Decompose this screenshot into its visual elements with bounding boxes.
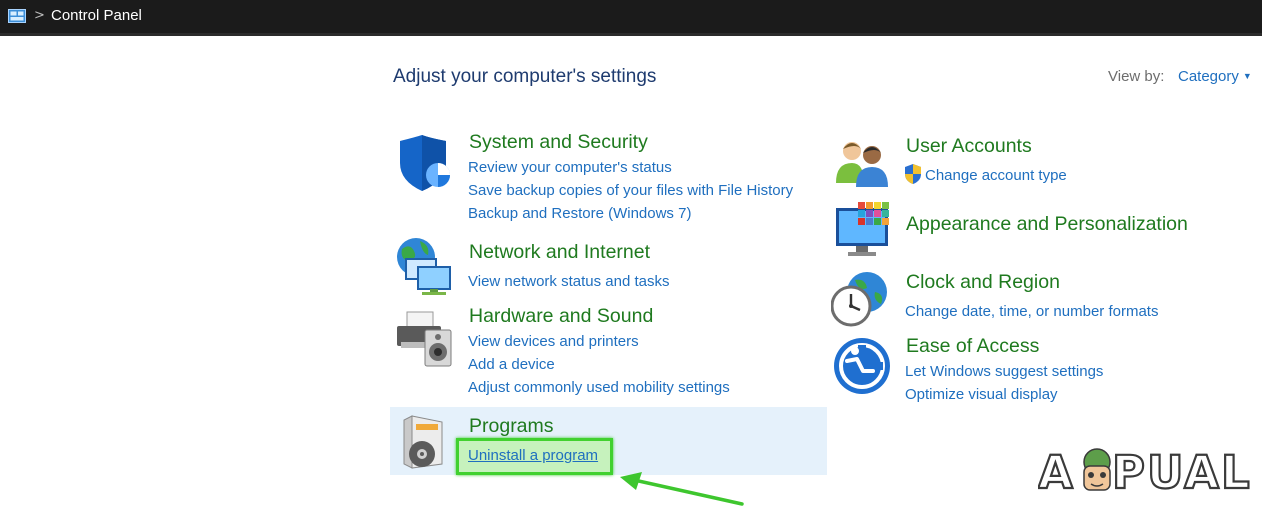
appearance-personalization-title[interactable]: Appearance and Personalization [906, 213, 1188, 236]
suggest-settings-link[interactable]: Let Windows suggest settings [905, 363, 1103, 380]
clock-globe-icon[interactable] [831, 270, 891, 328]
appuals-watermark-logo: A PUALS [1038, 445, 1253, 498]
view-by-value: Category [1178, 68, 1239, 85]
svg-text:A: A [1038, 446, 1075, 498]
file-history-link[interactable]: Save backup copies of your files with Fi… [468, 182, 793, 199]
add-device-link[interactable]: Add a device [468, 356, 555, 373]
date-time-formats-link[interactable]: Change date, time, or number formats [905, 303, 1158, 320]
network-internet-title[interactable]: Network and Internet [469, 241, 650, 264]
mobility-settings-link[interactable]: Adjust commonly used mobility settings [468, 379, 730, 396]
printer-speaker-icon[interactable] [395, 310, 457, 368]
view-by-dropdown[interactable]: Category ▼ [1178, 68, 1252, 85]
system-security-title[interactable]: System and Security [469, 131, 648, 154]
breadcrumb-control-panel[interactable]: Control Panel [51, 7, 142, 24]
breadcrumb-chevron-icon[interactable]: > [34, 8, 45, 23]
monitor-palette-icon[interactable] [834, 200, 894, 258]
ease-of-access-title[interactable]: Ease of Access [906, 335, 1039, 358]
clock-region-title[interactable]: Clock and Region [906, 271, 1060, 294]
ease-of-access-icon[interactable] [833, 337, 891, 395]
control-panel-icon [8, 9, 26, 23]
network-status-link[interactable]: View network status and tasks [468, 273, 670, 290]
devices-printers-link[interactable]: View devices and printers [468, 333, 639, 350]
mascot-icon [1083, 448, 1111, 491]
uac-shield-icon [905, 164, 921, 184]
optimize-display-link[interactable]: Optimize visual display [905, 386, 1058, 403]
backup-restore-link[interactable]: Backup and Restore (Windows 7) [468, 205, 691, 222]
change-account-type-link[interactable]: Change account type [925, 167, 1067, 184]
network-globe-icon[interactable] [394, 237, 456, 297]
user-accounts-title[interactable]: User Accounts [906, 135, 1032, 158]
review-status-link[interactable]: Review your computer's status [468, 159, 672, 176]
hardware-sound-title[interactable]: Hardware and Sound [469, 305, 653, 328]
shield-icon[interactable] [396, 135, 454, 193]
programs-disc-icon[interactable] [400, 414, 452, 470]
programs-title[interactable]: Programs [469, 415, 554, 438]
uninstall-program-link[interactable]: Uninstall a program [468, 447, 598, 464]
svg-text:PUALS: PUALS [1112, 446, 1253, 498]
chevron-down-icon: ▼ [1242, 71, 1252, 81]
users-icon[interactable] [834, 137, 890, 187]
view-by-label: View by: [1108, 68, 1165, 85]
annotation-arrow-icon [620, 472, 744, 506]
page-title: Adjust your computer's settings [393, 66, 657, 87]
title-bar: > Control Panel [0, 0, 1262, 36]
